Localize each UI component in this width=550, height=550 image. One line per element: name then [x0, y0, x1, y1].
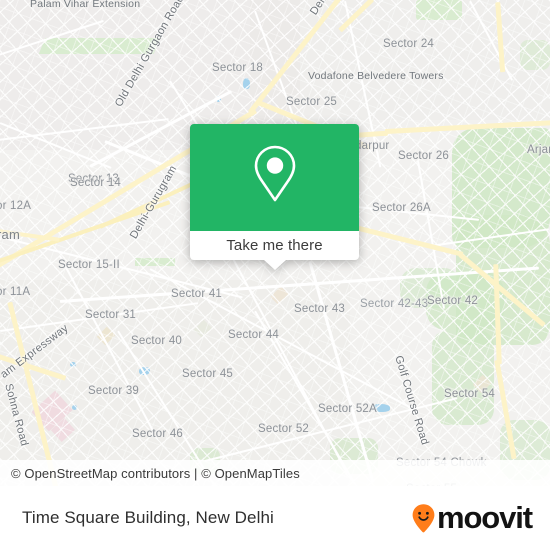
map-label: Sector 42-43	[360, 298, 429, 310]
map-pin-icon	[248, 142, 302, 213]
map-label: Sector 43	[294, 303, 346, 315]
moovit-pin-icon	[411, 503, 436, 533]
map-label: Sector 24	[383, 38, 435, 50]
moovit-wordmark: moovit	[436, 500, 533, 535]
map-label: Sector 41	[171, 288, 223, 300]
moovit-map-screenshot: Palam Vihar Extension Sector 18 Sector 24 V…	[0, 0, 550, 550]
popup-action-bar[interactable]: Take me there	[190, 231, 359, 260]
map-label: ram	[0, 227, 20, 242]
map-label: Arjan	[527, 144, 550, 156]
footer-bar: Time Square Building, New Delhi moovit	[0, 486, 550, 550]
map-label: Sector 18	[212, 62, 264, 74]
moovit-logo[interactable]: moovit	[411, 500, 533, 535]
map-label: Sector 54	[444, 388, 496, 400]
map-label: Sector 45	[182, 368, 234, 380]
map-label: Sector 52	[258, 423, 310, 435]
map-label: Sector 26A	[372, 202, 431, 214]
map-label: Sector 42	[427, 295, 479, 307]
map-label: Sector 31	[85, 309, 137, 321]
map-label: or 11A	[0, 286, 31, 298]
map-label: Vodafone Belvedere Towers	[308, 70, 444, 82]
map-label: Sector 14	[70, 177, 122, 189]
map-label: Palam Vihar Extension	[30, 0, 141, 10]
map-attribution-bar: © OpenStreetMap contributors | © OpenMap…	[0, 460, 550, 486]
take-me-there-button[interactable]: Take me there	[226, 237, 322, 254]
location-popup[interactable]: Take me there	[190, 124, 359, 270]
map-label: Sector 25	[286, 96, 338, 108]
location-title: Time Square Building, New Delhi	[22, 508, 274, 527]
popup-header	[190, 124, 359, 231]
map-label: Sector 44	[228, 329, 280, 341]
map-label: Sector 40	[131, 335, 183, 347]
map-label: darpur	[355, 140, 390, 152]
popup-pointer	[263, 260, 286, 270]
map-label: or 12A	[0, 200, 32, 212]
map-label: Sector 52A	[318, 403, 377, 415]
map-label: Sector 46	[132, 428, 184, 440]
map-label: Sector 15-II	[58, 259, 120, 271]
attribution-text[interactable]: © OpenStreetMap contributors | © OpenMap…	[0, 466, 300, 481]
map-label: Sector 39	[88, 385, 140, 397]
map-label: Sector 26	[398, 150, 450, 162]
